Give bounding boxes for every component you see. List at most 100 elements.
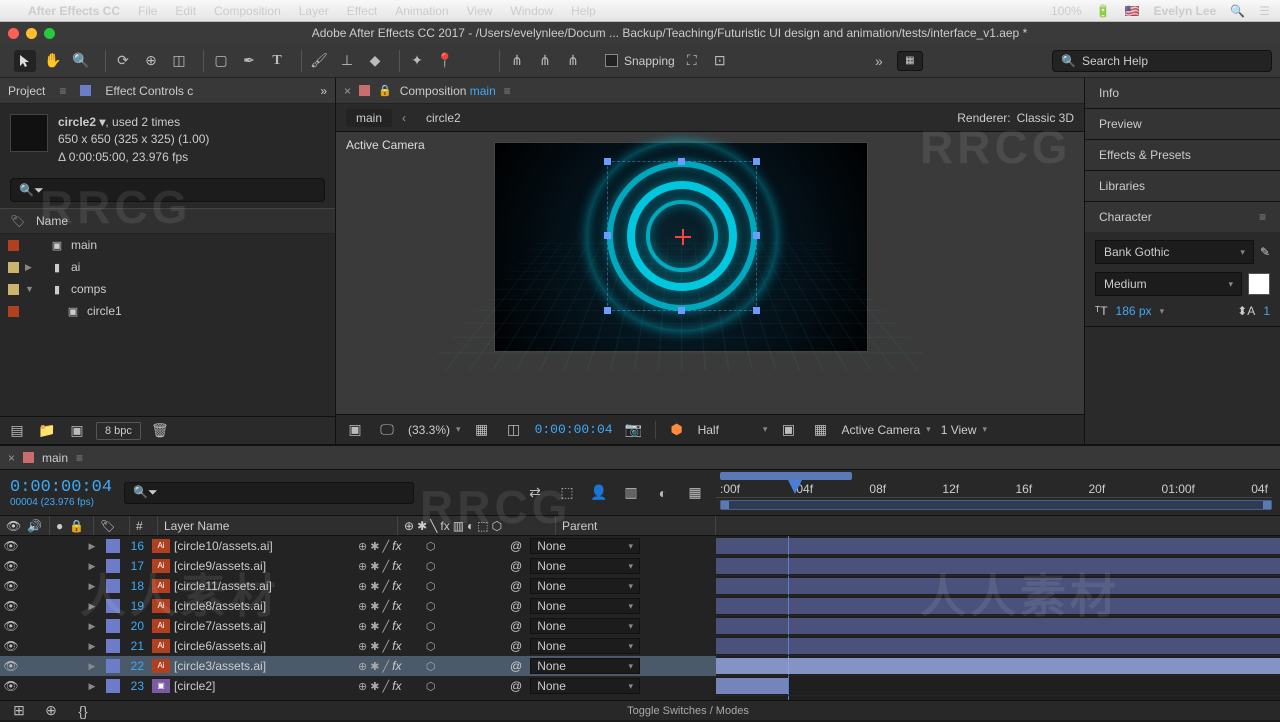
switch-col-icon[interactable]: ⬚: [477, 519, 488, 533]
comp-name[interactable]: main: [470, 84, 496, 98]
layer-row[interactable]: 👁 ▶ 20 Ai [circle7/assets.ai] ⊕ ✱ ╱ fx ⬡…: [0, 616, 716, 636]
graph-editor-icon[interactable]: ▦: [684, 482, 706, 504]
panel-menu-icon[interactable]: ≡: [504, 84, 511, 98]
parent-dropdown[interactable]: None▾: [530, 558, 640, 574]
label-swatch[interactable]: [8, 284, 19, 295]
twirl-icon[interactable]: ▶: [82, 641, 102, 652]
track-row[interactable]: [716, 536, 1280, 556]
label-swatch[interactable]: [106, 539, 120, 553]
project-row[interactable]: ▼ ▮ comps: [0, 278, 335, 300]
workspace-switcher[interactable]: ▦: [897, 51, 923, 71]
panel-libraries[interactable]: Libraries: [1085, 171, 1280, 201]
timeline-current-time[interactable]: 0:00:00:04: [10, 478, 112, 497]
transparency-grid-icon[interactable]: ▦: [809, 419, 831, 441]
snapping-checkbox[interactable]: [605, 54, 618, 67]
layer-name[interactable]: [circle8/assets.ai]: [174, 599, 352, 613]
resolution-dropdown[interactable]: Half▾: [698, 423, 768, 437]
twirl-icon[interactable]: ▶: [82, 561, 102, 572]
audio-column-icon[interactable]: 🔊: [27, 519, 42, 533]
mask-visibility-icon[interactable]: ◫: [503, 419, 525, 441]
layer-name[interactable]: [circle11/assets.ai]: [174, 579, 352, 593]
layer-switches[interactable]: ⊕ ✱ ╱ fx ⬡: [352, 579, 502, 593]
app-name[interactable]: After Effects CC: [28, 4, 120, 18]
pickwhip-icon[interactable]: @: [510, 579, 522, 593]
panel-overflow-icon[interactable]: »: [320, 84, 327, 98]
pen-tool[interactable]: ✒: [238, 50, 260, 72]
anchor-point-icon[interactable]: [678, 232, 688, 242]
selection-tool[interactable]: [14, 50, 36, 72]
project-row[interactable]: ▣ main: [0, 234, 335, 256]
label-swatch[interactable]: [106, 659, 120, 673]
pickwhip-icon[interactable]: @: [510, 659, 522, 673]
resolution-grid-icon[interactable]: ▦: [471, 419, 493, 441]
pickwhip-icon[interactable]: @: [510, 679, 522, 693]
lock-column-icon[interactable]: 🔒: [69, 519, 84, 533]
handle-bl[interactable]: [604, 307, 611, 314]
tab-effect-controls[interactable]: Effect Controls c: [105, 84, 193, 98]
twirl-icon[interactable]: ▶: [82, 621, 102, 632]
pickwhip-icon[interactable]: @: [510, 639, 522, 653]
leading-value[interactable]: 1: [1263, 304, 1270, 318]
label-swatch[interactable]: [8, 262, 19, 273]
switch-col-icon[interactable]: ⬡: [492, 519, 502, 533]
panel-info[interactable]: Info: [1085, 78, 1280, 108]
layer-switches[interactable]: ⊕ ✱ ╱ fx ⬡: [352, 619, 502, 633]
layer-bar[interactable]: [716, 658, 1280, 674]
track-row[interactable]: [716, 556, 1280, 576]
label-swatch[interactable]: [8, 240, 19, 251]
track-area[interactable]: [716, 536, 1280, 700]
comp-canvas[interactable]: [494, 142, 868, 352]
layer-row[interactable]: 👁 ▶ 16 Ai [circle10/assets.ai] ⊕ ✱ ╱ fx …: [0, 536, 716, 556]
battery-indicator[interactable]: 100%: [1051, 4, 1082, 18]
label-swatch[interactable]: [106, 579, 120, 593]
world-axis-mode[interactable]: ⋔: [534, 50, 556, 72]
twirl-icon[interactable]: ▶: [82, 541, 102, 552]
track-row[interactable]: [716, 576, 1280, 596]
handle-br[interactable]: [753, 307, 760, 314]
layer-row[interactable]: 👁 ▶ 18 Ai [circle11/assets.ai] ⊕ ✱ ╱ fx …: [0, 576, 716, 596]
zoom-in-timeline-icon[interactable]: ⊕: [40, 700, 62, 722]
new-comp-icon[interactable]: ▣: [66, 420, 88, 442]
switch-col-icon[interactable]: ⊕: [404, 519, 414, 533]
expand-icon[interactable]: ⊞: [8, 700, 30, 722]
eraser-tool[interactable]: ◆: [364, 50, 386, 72]
font-family-dropdown[interactable]: Bank Gothic▾: [1095, 240, 1254, 264]
layer-name[interactable]: [circle7/assets.ai]: [174, 619, 352, 633]
parent-dropdown[interactable]: None▾: [530, 638, 640, 654]
layer-row[interactable]: 👁 ▶ 23 ▣ [circle2] ⊕ ✱ ╱ fx ⬡ @None▾: [0, 676, 716, 696]
user-name[interactable]: Evelyn Lee: [1154, 4, 1217, 18]
track-row[interactable]: [716, 656, 1280, 676]
panel-effects-presets[interactable]: Effects & Presets: [1085, 140, 1280, 170]
menu-animation[interactable]: Animation: [395, 4, 448, 18]
tab-project[interactable]: Project: [8, 84, 45, 98]
layer-bar[interactable]: [716, 598, 1280, 614]
minimize-window-button[interactable]: [26, 28, 37, 39]
layer-name[interactable]: [circle3/assets.ai]: [174, 659, 352, 673]
work-area-bar[interactable]: [720, 472, 852, 480]
switch-col-icon[interactable]: ╲: [430, 519, 437, 533]
track-row[interactable]: [716, 616, 1280, 636]
track-row[interactable]: [716, 676, 1280, 696]
label-swatch[interactable]: [106, 559, 120, 573]
parent-dropdown[interactable]: None▾: [530, 578, 640, 594]
label-swatch[interactable]: [106, 599, 120, 613]
layer-switches[interactable]: ⊕ ✱ ╱ fx ⬡: [352, 679, 502, 693]
close-tab-icon[interactable]: ×: [344, 84, 351, 98]
panel-menu-icon[interactable]: ≡: [1259, 210, 1266, 224]
layer-switches[interactable]: ⊕ ✱ ╱ fx ⬡: [352, 659, 502, 673]
toolbar-overflow-icon[interactable]: »: [868, 50, 890, 72]
crumb-circle2[interactable]: circle2: [416, 109, 471, 127]
color-depth-toggle[interactable]: 8 bpc: [96, 422, 141, 440]
twirl-icon[interactable]: ▼: [25, 284, 37, 294]
magnification-menu-icon[interactable]: 🖵: [376, 419, 398, 441]
renderer-value[interactable]: Classic 3D: [1017, 111, 1074, 125]
layer-bar[interactable]: [716, 618, 1280, 634]
nav-handle-right[interactable]: [1263, 501, 1271, 509]
layer-row[interactable]: 👁 ▶ 21 Ai [circle6/assets.ai] ⊕ ✱ ╱ fx ⬡…: [0, 636, 716, 656]
unified-camera-tool[interactable]: ⊕: [140, 50, 162, 72]
lock-icon[interactable]: 🔒: [378, 84, 392, 97]
project-row[interactable]: ▣ circle1: [0, 300, 335, 322]
parent-dropdown[interactable]: None▾: [530, 618, 640, 634]
eye-column-icon[interactable]: 👁: [6, 519, 21, 533]
views-dropdown[interactable]: 1 View▾: [941, 423, 987, 437]
